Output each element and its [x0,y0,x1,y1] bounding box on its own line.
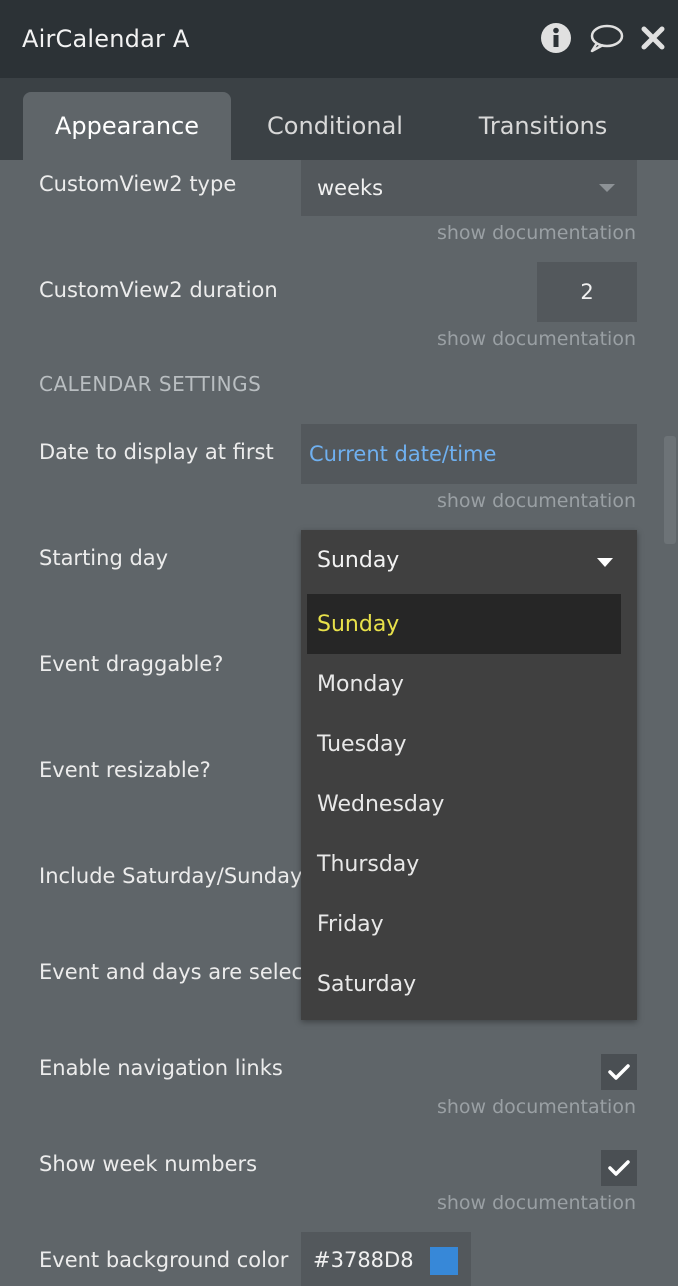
tab-label: Conditional [267,112,403,140]
include-weekend-label: Include Saturday/Sunday [39,864,301,888]
starting-day-label: Starting day [39,546,169,570]
dropdown-option-monday[interactable]: Monday [307,654,621,714]
show-documentation-link[interactable]: show documentation [437,328,636,350]
option-label: Wednesday [317,791,445,817]
customview2-duration-input[interactable]: 2 [537,262,637,322]
event-bg-label: Event background color [39,1248,289,1272]
dropdown-option-thursday[interactable]: Thursday [307,834,621,894]
show-documentation-link[interactable]: show documentation [437,1096,636,1118]
customview2-type-label: CustomView2 type [39,172,237,196]
tab-conditional[interactable]: Conditional [240,92,430,160]
event-resizable-label: Event resizable? [39,758,211,782]
option-label: Thursday [317,851,420,877]
tab-label: Transitions [478,112,608,140]
starting-day-value: Sunday [317,548,400,573]
option-label: Sunday [317,611,400,637]
title-bar: AirCalendar A [0,0,678,78]
starting-day-dropdown[interactable]: Sunday Sunday Monday Tuesday Wednesday T… [301,530,637,1020]
week-numbers-label: Show week numbers [39,1152,258,1176]
customview2-type-value: weeks [317,176,384,200]
dropdown-option-wednesday[interactable]: Wednesday [307,774,621,834]
chevron-down-icon[interactable] [597,558,613,567]
show-documentation-link[interactable]: show documentation [437,222,636,244]
event-bg-value: #3788D8 [313,1248,414,1272]
event-draggable-label: Event draggable? [39,652,224,676]
tab-bar: Appearance Conditional Transitions [0,78,678,160]
option-label: Monday [317,671,404,697]
selectable-label: Event and days are selectable [39,960,301,984]
checkmark-icon [608,1064,630,1080]
customview2-duration-value: 2 [580,280,594,304]
dropdown-option-tuesday[interactable]: Tuesday [307,714,621,774]
window-title: AirCalendar A [22,25,190,53]
tab-label: Appearance [54,112,200,140]
nav-links-checkbox[interactable] [601,1054,637,1090]
info-icon[interactable] [540,22,572,58]
date-first-label: Date to display at first [39,440,274,464]
show-documentation-link[interactable]: show documentation [437,490,636,512]
dropdown-option-saturday[interactable]: Saturday [307,954,621,1014]
date-first-input[interactable]: Current date/time [301,424,637,484]
color-swatch[interactable] [430,1247,458,1275]
option-label: Tuesday [317,731,407,757]
comment-icon[interactable] [588,22,624,58]
customview2-duration-label: CustomView2 duration [39,278,278,302]
customview2-type-select[interactable]: weeks [301,160,637,216]
tab-appearance[interactable]: Appearance [23,92,231,160]
title-icons [524,22,666,58]
scrollbar-thumb[interactable] [664,436,676,544]
dropdown-option-sunday[interactable]: Sunday [307,594,621,654]
date-first-value: Current date/time [309,442,497,466]
option-label: Saturday [317,971,417,997]
checkmark-icon [608,1160,630,1176]
close-icon[interactable] [640,25,666,55]
tab-transitions[interactable]: Transitions [448,92,638,160]
week-numbers-checkbox[interactable] [601,1150,637,1186]
chevron-down-icon [599,184,615,192]
section-calendar-settings: CALENDAR SETTINGS [39,372,262,396]
show-documentation-link[interactable]: show documentation [437,1192,636,1214]
option-label: Friday [317,911,384,937]
nav-links-label: Enable navigation links [39,1056,283,1080]
dropdown-option-friday[interactable]: Friday [307,894,621,954]
